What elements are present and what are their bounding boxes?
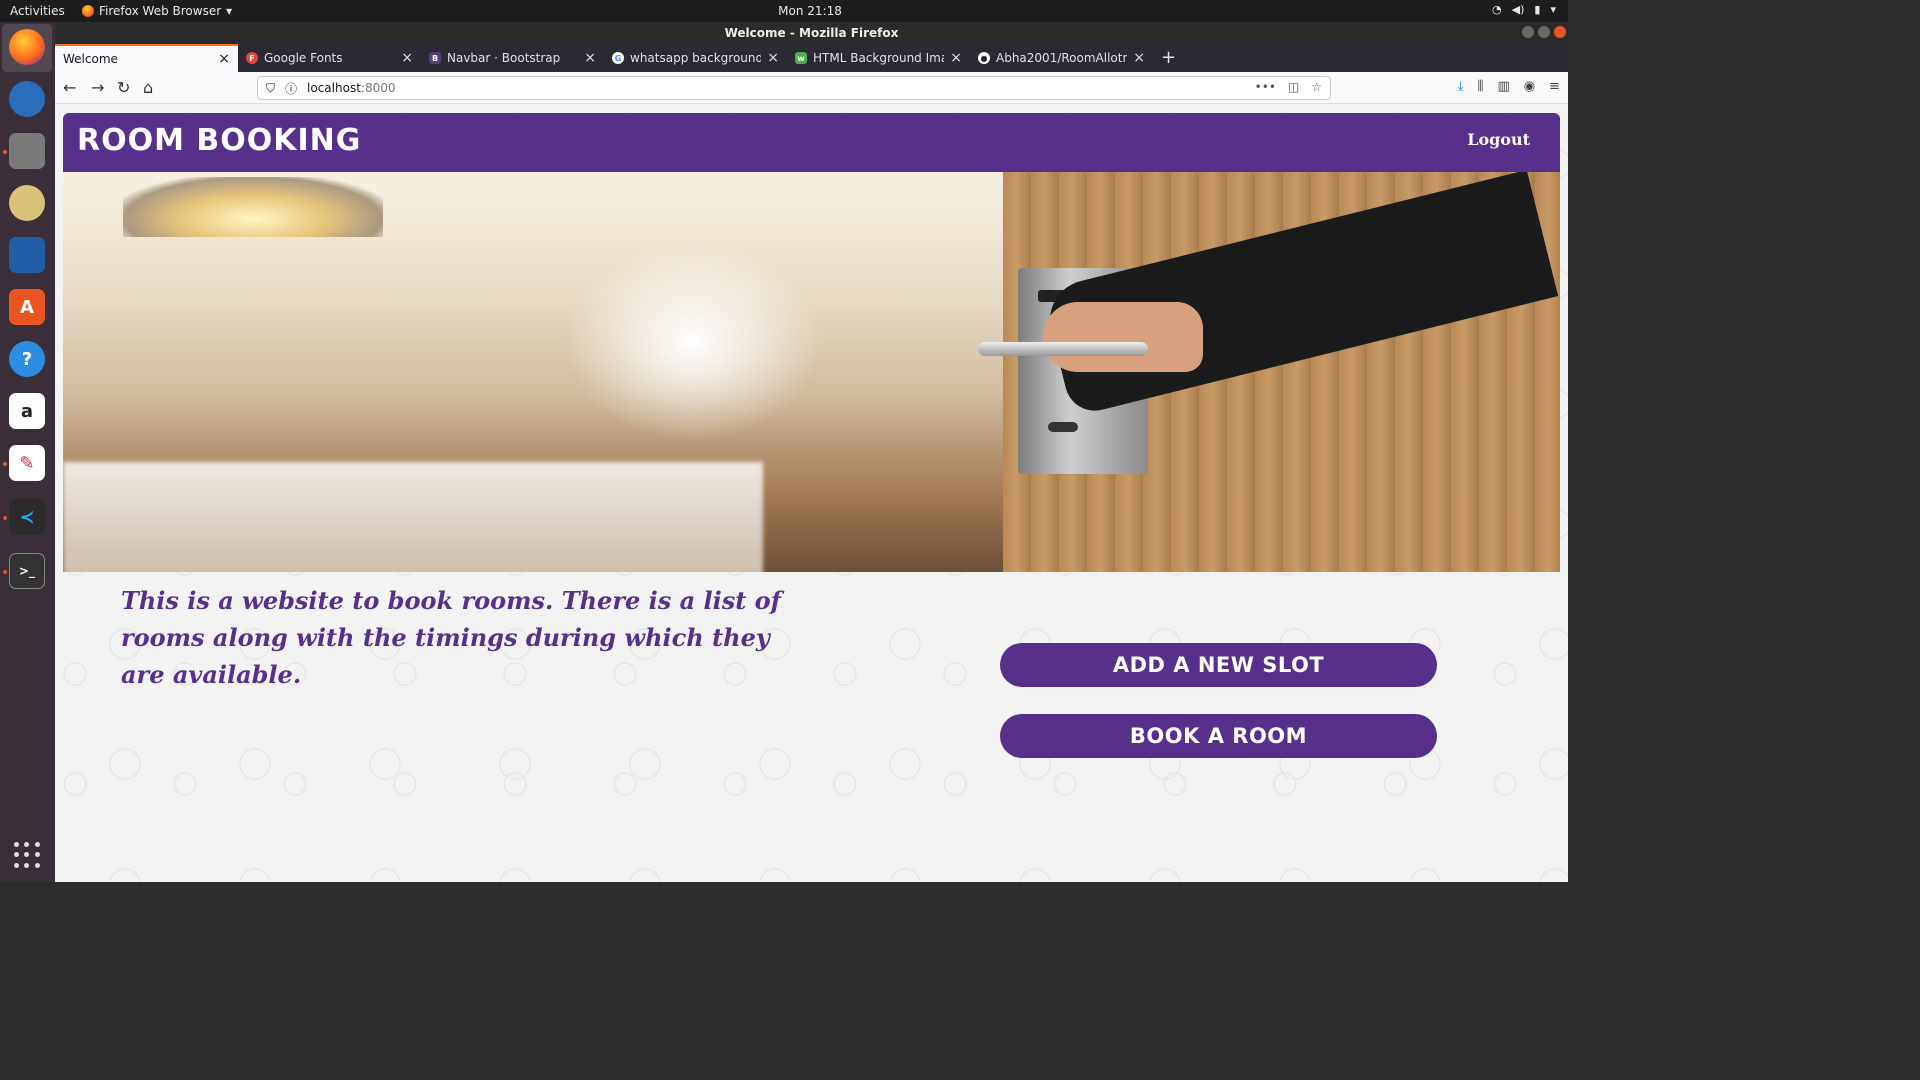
github-favicon-icon: ●: [978, 52, 990, 64]
window-title: Welcome - Mozilla Firefox: [724, 26, 899, 40]
close-tab-icon[interactable]: ×: [584, 50, 596, 66]
tab-label: whatsapp background - G: [630, 51, 762, 65]
close-tab-icon[interactable]: ×: [1133, 50, 1145, 66]
thunderbird-icon[interactable]: [9, 81, 45, 117]
info-icon[interactable]: ⓘ: [285, 80, 297, 97]
running-indicator: [3, 570, 7, 574]
url-port: :8000: [360, 81, 396, 95]
tab-whatsapp-background[interactable]: G whatsapp background - G ×: [604, 44, 787, 72]
close-tab-icon[interactable]: ×: [767, 50, 779, 66]
tab-label: Abha2001/RoomAllotme: [996, 51, 1128, 65]
hero-hand: [1043, 302, 1203, 372]
web-page-content: ROOM BOOKING Logout This is a website to…: [55, 104, 1568, 882]
rhythmbox-icon[interactable]: [9, 185, 45, 221]
forward-arrow-icon[interactable]: →: [91, 78, 104, 97]
account-icon[interactable]: ◉: [1524, 79, 1535, 94]
site-navbar: ROOM BOOKING Logout: [63, 113, 1560, 172]
software-center-icon[interactable]: A: [9, 289, 45, 325]
system-top-bar: Activities Firefox Web Browser ▾ Mon 21:…: [0, 0, 1568, 22]
book-a-room-button[interactable]: BOOK A ROOM: [1000, 714, 1437, 758]
running-indicator: [3, 516, 7, 520]
writer-icon[interactable]: [9, 237, 45, 273]
clock[interactable]: Mon 21:18: [0, 4, 1620, 18]
close-window-button[interactable]: [1554, 26, 1566, 38]
add-new-slot-button[interactable]: ADD A NEW SLOT: [1000, 643, 1437, 687]
minimize-button[interactable]: [1522, 26, 1534, 38]
tab-label: HTML Background Image: [813, 51, 944, 65]
chevron-down-icon: ▾: [1550, 3, 1556, 16]
browser-window: Welcome - Mozilla Firefox Welcome × F Go…: [55, 22, 1568, 882]
close-tab-icon[interactable]: ×: [401, 50, 413, 66]
toolbar-icons: ⤓ ⫼ ▥ ◉ ≡: [1458, 79, 1560, 94]
firefox-icon[interactable]: [9, 29, 45, 65]
home-icon[interactable]: ⌂: [143, 78, 153, 97]
tab-bar: Welcome × F Google Fonts × B Navbar · Bo…: [55, 44, 1568, 72]
browser-toolbar: ← → ↻ ⌂ ⛉ ⓘ localhost:8000 ••• ◫ ☆ ⤓ ⫼ ▥…: [55, 72, 1568, 104]
system-tray[interactable]: ◔ ◀) ▮ ▾: [1492, 3, 1556, 16]
hero-window-light: [563, 242, 823, 442]
hero-lamp: [123, 177, 383, 237]
site-description: This is a website to book rooms. There i…: [121, 586, 781, 689]
google-fonts-favicon-icon: F: [246, 52, 258, 64]
hero-door-handle: [978, 342, 1148, 356]
new-tab-button[interactable]: +: [1161, 47, 1176, 68]
tab-navbar-bootstrap[interactable]: B Navbar · Bootstrap ×: [421, 44, 604, 72]
shield-icon[interactable]: ⛉: [266, 81, 275, 96]
files-icon[interactable]: [9, 133, 45, 169]
vscode-icon[interactable]: ≺: [9, 499, 45, 535]
window-controls: [1522, 26, 1566, 38]
sidebar-icon[interactable]: ▥: [1497, 79, 1509, 94]
bootstrap-favicon-icon: B: [429, 52, 441, 64]
running-indicator: [3, 462, 7, 466]
close-tab-icon[interactable]: ×: [218, 51, 230, 67]
show-applications-icon[interactable]: [14, 842, 40, 868]
close-tab-icon[interactable]: ×: [950, 50, 962, 66]
wifi-icon: ◔: [1492, 3, 1502, 16]
url-text: localhost:8000: [307, 81, 395, 95]
help-icon[interactable]: ?: [9, 341, 45, 377]
terminal-icon[interactable]: >_: [9, 553, 45, 589]
url-bar-actions: ••• ◫ ☆: [1255, 80, 1322, 94]
download-icon[interactable]: ⤓: [1458, 79, 1464, 94]
tab-label: Google Fonts: [264, 51, 343, 65]
site-brand[interactable]: ROOM BOOKING: [77, 123, 361, 158]
reload-icon[interactable]: ↻: [117, 78, 130, 97]
tab-label: Navbar · Bootstrap: [447, 51, 561, 65]
page-actions-icon[interactable]: •••: [1255, 80, 1276, 94]
menu-hamburger-icon[interactable]: ≡: [1549, 79, 1560, 94]
hero-bed: [63, 462, 763, 572]
google-favicon-icon: G: [612, 52, 624, 64]
hero-image: [63, 172, 1560, 572]
back-arrow-icon[interactable]: ←: [63, 78, 76, 97]
tab-welcome[interactable]: Welcome ×: [55, 44, 238, 72]
tab-github-repo[interactable]: ● Abha2001/RoomAllotme ×: [970, 44, 1153, 72]
url-bar[interactable]: ⛉ ⓘ localhost:8000 ••• ◫ ☆: [257, 76, 1331, 100]
tab-google-fonts[interactable]: F Google Fonts ×: [238, 44, 421, 72]
pocket-icon[interactable]: ◫: [1288, 80, 1299, 94]
amazon-icon[interactable]: a: [9, 393, 45, 429]
library-icon[interactable]: ⫼: [1477, 79, 1483, 94]
battery-icon: ▮: [1534, 3, 1541, 16]
tab-html-background-image[interactable]: w HTML Background Image ×: [787, 44, 970, 72]
dock: A ? a ✎ ≺ >_: [0, 22, 55, 882]
hero-lock-keyhole: [1048, 422, 1078, 432]
tab-label: Welcome: [63, 52, 118, 66]
maximize-button[interactable]: [1538, 26, 1550, 38]
window-titlebar: Welcome - Mozilla Firefox: [55, 22, 1568, 44]
volume-icon: ◀): [1511, 3, 1525, 16]
url-host: localhost: [307, 81, 361, 95]
logout-link[interactable]: Logout: [1467, 130, 1530, 149]
screenshot-tool-icon[interactable]: ✎: [9, 445, 45, 481]
running-indicator: [3, 150, 7, 154]
bookmark-star-icon[interactable]: ☆: [1311, 80, 1322, 94]
w3schools-favicon-icon: w: [795, 52, 807, 64]
